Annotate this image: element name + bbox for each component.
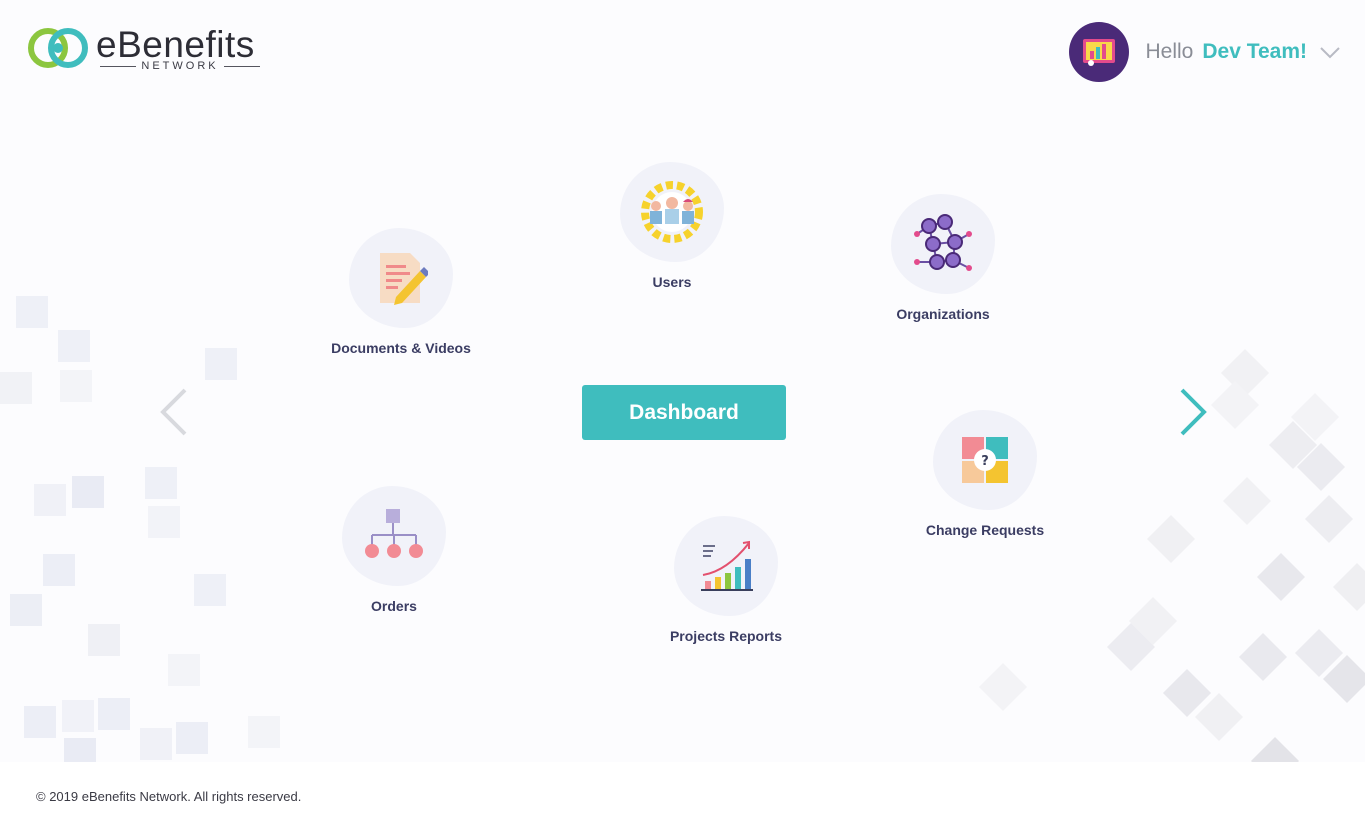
users-icon-bg	[620, 162, 724, 262]
documents-label: Documents & Videos	[331, 340, 471, 356]
users-label: Users	[652, 274, 692, 290]
organizations-icon-bg	[891, 194, 995, 294]
avatar-chart-icon	[1083, 39, 1116, 66]
dashboard-button[interactable]: Dashboard	[582, 385, 786, 440]
tile-change-requests[interactable]: ? Change Requests	[926, 410, 1044, 538]
background-pattern	[0, 0, 1365, 762]
main-area: eBenefits NETWORK Hello Dev Team! Docume…	[0, 0, 1365, 762]
logo-subtitle: NETWORK	[100, 60, 260, 72]
organizations-label: Organizations	[896, 306, 990, 322]
change-requests-label: Change Requests	[925, 522, 1045, 538]
pencil-document-icon	[380, 253, 428, 305]
avatar[interactable]	[1069, 22, 1130, 82]
user-menu[interactable]: Hello Dev Team!	[1069, 22, 1341, 82]
tile-documents[interactable]: Documents & Videos	[331, 228, 471, 356]
logo[interactable]: eBenefits NETWORK	[26, 24, 266, 74]
projects-label: Projects Reports	[669, 628, 783, 644]
projects-icon-bg	[674, 516, 778, 616]
org-chart-icon	[365, 509, 423, 558]
tile-orders[interactable]: Orders	[342, 486, 446, 614]
tile-users[interactable]: Users	[620, 162, 724, 290]
footer: © 2019 eBenefits Network. All rights res…	[0, 762, 1365, 828]
copyright-text: © 2019 eBenefits Network. All rights res…	[36, 789, 302, 804]
svg-text:?: ?	[981, 454, 989, 469]
documents-icon-bg	[349, 228, 453, 328]
tile-organizations[interactable]: Organizations	[888, 194, 998, 322]
chevron-left-icon[interactable]	[155, 386, 195, 438]
growth-chart-icon	[701, 540, 753, 591]
user-name[interactable]: Dev Team!	[1202, 40, 1307, 64]
change-requests-icon-bg: ?	[933, 410, 1037, 510]
tile-projects[interactable]: Projects Reports	[664, 516, 788, 644]
logo-mark-icon	[28, 28, 88, 68]
orders-label: Orders	[371, 598, 417, 614]
orders-icon-bg	[342, 486, 446, 586]
greeting: Hello	[1145, 40, 1194, 63]
chevron-down-icon[interactable]	[1319, 41, 1341, 63]
users-gear-icon	[641, 181, 703, 243]
network-icon	[914, 214, 972, 271]
chevron-right-icon[interactable]	[1174, 386, 1214, 438]
puzzle-icon: ?	[962, 437, 1008, 483]
